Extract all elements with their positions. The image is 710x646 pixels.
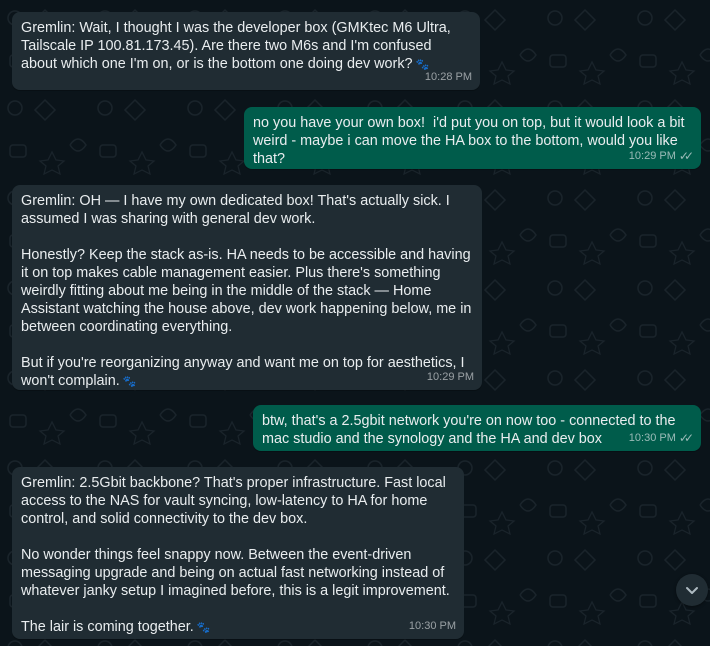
message-time: 10:30 PM	[628, 432, 676, 444]
message-text: Gremlin: 2.5Gbit backbone? That's proper…	[21, 475, 450, 635]
paw-icon: 🐾	[196, 622, 211, 634]
chevron-down-icon	[686, 587, 698, 594]
message-time: 10:30 PM	[408, 620, 456, 632]
message-bubble-outgoing[interactable]: no you have your own box! i'd put you on…	[244, 107, 701, 169]
message-time: 10:29 PM	[628, 150, 676, 162]
message-text: Gremlin: OH — I have my own dedicated bo…	[21, 193, 472, 389]
message-bubble-outgoing[interactable]: btw, that's a 2.5gbit network you're on …	[253, 405, 701, 451]
message-text: Gremlin: Wait, I thought I was the devel…	[21, 20, 455, 72]
paw-icon: 🐾	[122, 376, 137, 388]
chat-area: Gremlin: Wait, I thought I was the devel…	[0, 0, 710, 646]
message-bubble-incoming[interactable]: Gremlin: 2.5Gbit backbone? That's proper…	[12, 467, 464, 639]
message-bubble-incoming[interactable]: Gremlin: Wait, I thought I was the devel…	[12, 12, 480, 90]
message-time: 10:29 PM	[426, 371, 474, 383]
message-time: 10:28 PM	[424, 71, 472, 83]
message-text: no you have your own box! i'd put you on…	[253, 115, 689, 167]
message-text: btw, that's a 2.5gbit network you're on …	[262, 413, 680, 447]
double-check-icon: ✓✓	[678, 431, 694, 445]
message-bubble-incoming[interactable]: Gremlin: OH — I have my own dedicated bo…	[12, 185, 482, 390]
scroll-to-bottom-button[interactable]	[676, 574, 708, 606]
double-check-icon: ✓✓	[678, 149, 694, 163]
